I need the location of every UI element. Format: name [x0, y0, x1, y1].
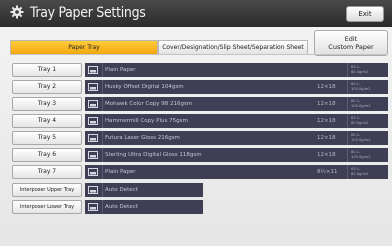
paper-weight-min: 63.1- — [351, 167, 361, 171]
paper-name: Auto Detect — [105, 187, 138, 193]
tray-paper-info[interactable]: Mohawk Color Copy 98 216gsm 12×18 80.1- 10… — [85, 97, 388, 111]
paper-size: 12×18 — [317, 101, 336, 107]
divider — [102, 63, 103, 77]
tray-button[interactable]: Tray 3 — [12, 97, 82, 111]
paper-name: Futura Laser Gloss 216gsm — [105, 135, 180, 141]
divider — [102, 165, 103, 179]
interposer-button[interactable]: Interposer Lower Tray — [12, 200, 82, 214]
gear-icon — [10, 5, 24, 19]
paper-size: 8½×11 — [317, 169, 338, 175]
tab-paper-tray[interactable]: Paper Tray — [10, 40, 158, 54]
paper-weight: 80.1- 105.0g/m2 — [351, 133, 387, 143]
tray-button[interactable]: Tray 6 — [12, 148, 82, 162]
paper-weight-min: 63.1- — [351, 65, 361, 69]
tray-icon — [88, 203, 98, 211]
tray-paper-info[interactable]: Husky Offset Digital 104gsm 12×18 80.1- 10… — [85, 80, 388, 94]
exit-button[interactable]: Exit — [346, 6, 384, 22]
divider — [347, 131, 348, 145]
edit-custom-paper-line2: Custom Paper — [328, 43, 374, 51]
tray-paper-settings-screen: Tray Paper Settings Exit Edit Custom Pap… — [0, 0, 392, 246]
divider — [102, 200, 103, 214]
paper-weight-max: 105.0g/m2 — [351, 155, 371, 159]
paper-weight-max: 80.0g/m2 — [351, 121, 369, 125]
tray-icon — [88, 151, 98, 159]
paper-weight-max: 105.0g/m2 — [351, 87, 371, 91]
tray-icon — [88, 66, 98, 74]
divider — [347, 80, 348, 94]
divider — [102, 148, 103, 162]
tray-paper-info[interactable]: Plain Paper 8½×11 63.1- 80.0g/m2 — [85, 165, 388, 179]
paper-weight-min: 80.1- — [351, 99, 361, 103]
tray-icon — [88, 134, 98, 142]
paper-name: Plain Paper — [105, 67, 136, 73]
tray-icon — [88, 100, 98, 108]
interposer-button[interactable]: Interposer Upper Tray — [12, 183, 82, 197]
tray-paper-info[interactable]: Plain Paper 63.1- 80.0g/m2 — [85, 63, 388, 77]
tray-icon — [88, 117, 98, 125]
paper-weight: 80.1- 105.0g/m2 — [351, 99, 387, 109]
interposer-paper-info[interactable]: Auto Detect — [85, 200, 203, 214]
paper-weight-min: 63.1- — [351, 116, 361, 120]
paper-weight-min: 80.1- — [351, 133, 361, 137]
tray-paper-info[interactable]: Futura Laser Gloss 216gsm 12×18 80.1- 105.… — [85, 131, 388, 145]
paper-weight: 63.1- 80.0g/m2 — [351, 65, 387, 75]
paper-weight: 80.1- 105.0g/m2 — [351, 82, 387, 92]
divider — [347, 114, 348, 128]
paper-size: 12×18 — [317, 135, 336, 141]
paper-name: Plain Paper — [105, 169, 136, 175]
paper-size: 12×18 — [317, 118, 336, 124]
paper-name: Mohawk Color Copy 98 216gsm — [105, 101, 193, 107]
tray-paper-info[interactable]: Sterling Ultra Digital Gloss 118gsm 12×18… — [85, 148, 388, 162]
divider — [347, 63, 348, 77]
paper-size: 12×18 — [317, 152, 336, 158]
divider — [102, 183, 103, 197]
tab-underline — [10, 54, 388, 55]
divider — [102, 97, 103, 111]
title-bar: Tray Paper Settings Exit — [0, 0, 392, 27]
paper-size: 12×18 — [317, 84, 336, 90]
tray-icon — [88, 83, 98, 91]
paper-weight-min: 80.1- — [351, 150, 361, 154]
tray-paper-info[interactable]: Hammermill Copy Plus 75gsm 12×18 63.1- 80.… — [85, 114, 388, 128]
tray-button[interactable]: Tray 1 — [12, 63, 82, 77]
divider — [347, 97, 348, 111]
edit-custom-paper-line1: Edit — [344, 35, 358, 43]
page-title: Tray Paper Settings — [30, 5, 146, 21]
tray-button[interactable]: Tray 4 — [12, 114, 82, 128]
tray-button[interactable]: Tray 7 — [12, 165, 82, 179]
edit-custom-paper-button[interactable]: Edit Custom Paper — [314, 30, 388, 56]
paper-weight-max: 80.0g/m2 — [351, 70, 369, 74]
paper-weight-max: 105.0g/m2 — [351, 138, 371, 142]
divider — [347, 165, 348, 179]
paper-weight-max: 105.0g/m2 — [351, 104, 371, 108]
paper-name: Hammermill Copy Plus 75gsm — [105, 118, 188, 124]
paper-weight-max: 80.0g/m2 — [351, 172, 369, 176]
divider — [347, 148, 348, 162]
paper-weight: 63.1- 80.0g/m2 — [351, 167, 387, 177]
divider — [102, 131, 103, 145]
tab-cover-designation-slip-separation[interactable]: Cover/Designation/Slip Sheet/Separation … — [158, 40, 308, 54]
paper-name: Auto Detect — [105, 204, 138, 210]
tray-button[interactable]: Tray 5 — [12, 131, 82, 145]
divider — [102, 80, 103, 94]
paper-name: Sterling Ultra Digital Gloss 118gsm — [105, 152, 202, 158]
paper-weight: 63.1- 80.0g/m2 — [351, 116, 387, 126]
paper-weight-min: 80.1- — [351, 82, 361, 86]
interposer-paper-info[interactable]: Auto Detect — [85, 183, 203, 197]
paper-name: Husky Offset Digital 104gsm — [105, 84, 184, 90]
tray-icon — [88, 186, 98, 194]
paper-weight: 80.1- 105.0g/m2 — [351, 150, 387, 160]
tray-icon — [88, 168, 98, 176]
divider — [102, 114, 103, 128]
tray-button[interactable]: Tray 2 — [12, 80, 82, 94]
